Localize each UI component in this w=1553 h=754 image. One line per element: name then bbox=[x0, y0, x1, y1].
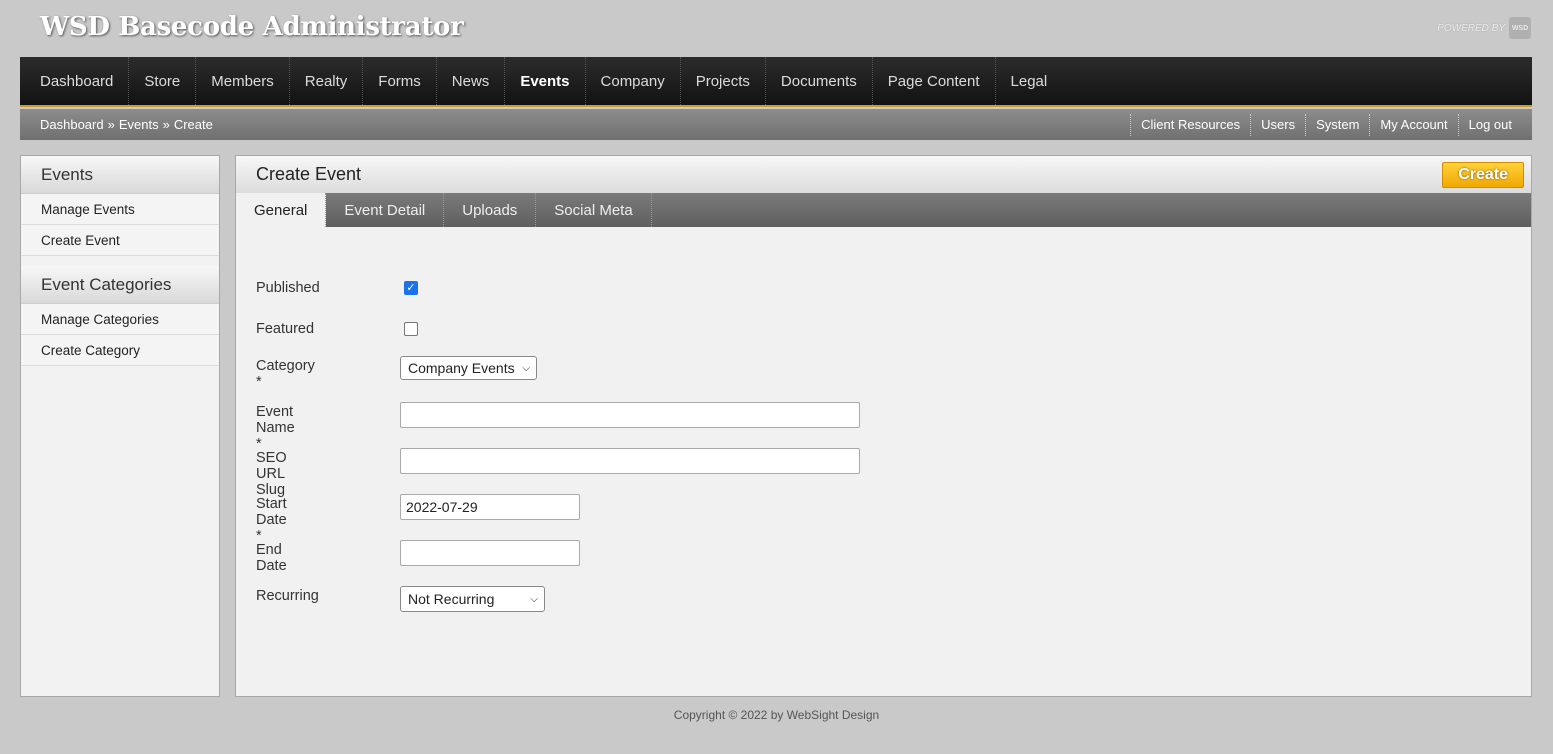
seo-slug-input[interactable] bbox=[400, 448, 860, 474]
sidebar-item-create-event[interactable]: Create Event bbox=[21, 225, 219, 256]
page-title: Create Event bbox=[256, 164, 362, 184]
sidebar-heading-event-categories: Event Categories bbox=[21, 266, 219, 304]
tab-general[interactable]: General bbox=[236, 193, 327, 227]
sidebar-item-manage-categories[interactable]: Manage Categories bbox=[21, 304, 219, 335]
end-date-label: End Date bbox=[256, 542, 287, 574]
nav-item-forms[interactable]: Forms bbox=[363, 57, 437, 105]
my-account-link[interactable]: My Account bbox=[1369, 113, 1457, 136]
category-label: Category * bbox=[256, 358, 315, 390]
panel-header: Create Event Create bbox=[236, 156, 1531, 193]
published-checkbox[interactable]: ✓ bbox=[404, 281, 418, 295]
recurring-select-value: Not Recurring bbox=[408, 591, 495, 607]
category-select[interactable]: Company Events ⌵ bbox=[400, 356, 537, 380]
tab-uploads[interactable]: Uploads bbox=[444, 193, 537, 227]
tab-social-meta[interactable]: Social Meta bbox=[536, 193, 652, 227]
start-date-input[interactable]: 2022-07-29 bbox=[400, 494, 580, 520]
main-panel: Create Event Create General Event Detail… bbox=[235, 155, 1532, 697]
sidebar-item-create-category[interactable]: Create Category bbox=[21, 335, 219, 366]
sidebar-item-manage-events[interactable]: Manage Events bbox=[21, 194, 219, 225]
sub-bar: Dashboard » Events » Create Client Resou… bbox=[20, 109, 1532, 140]
sidebar-heading-events: Events bbox=[21, 156, 219, 194]
sidebar-gap bbox=[21, 256, 219, 266]
recurring-label: Recurring bbox=[256, 588, 319, 604]
seo-slug-label: SEO URL Slug bbox=[256, 450, 287, 498]
system-link[interactable]: System bbox=[1305, 113, 1369, 136]
footer-copyright: Copyright © 2022 by WebSight Design bbox=[673, 708, 880, 722]
featured-label: Featured bbox=[256, 321, 315, 337]
breadcrumb-create: Create bbox=[173, 117, 213, 132]
powered-by: POWERED BY WSD bbox=[1437, 17, 1531, 39]
event-name-input[interactable] bbox=[400, 402, 860, 428]
start-date-label: Start Date * bbox=[256, 496, 287, 544]
sidebar: Events Manage Events Create Event Event … bbox=[20, 155, 220, 697]
featured-checkbox[interactable] bbox=[404, 322, 418, 336]
breadcrumb-events[interactable]: Events bbox=[119, 117, 159, 132]
end-date-input[interactable] bbox=[400, 540, 580, 566]
recurring-select[interactable]: Not Recurring ⌵ bbox=[400, 586, 545, 612]
nav-item-documents[interactable]: Documents bbox=[766, 57, 873, 105]
wsd-logo-icon: WSD bbox=[1509, 17, 1531, 39]
chevron-down-icon: ⌵ bbox=[530, 593, 538, 605]
users-link[interactable]: Users bbox=[1250, 113, 1305, 136]
breadcrumb-separator: » bbox=[107, 117, 115, 132]
nav-item-dashboard[interactable]: Dashboard bbox=[25, 57, 130, 105]
nav-item-news[interactable]: News bbox=[437, 57, 506, 105]
breadcrumb-dashboard[interactable]: Dashboard bbox=[40, 117, 104, 132]
create-button[interactable]: Create bbox=[1442, 161, 1524, 188]
tab-event-detail[interactable]: Event Detail bbox=[326, 193, 445, 227]
breadcrumb-separator: » bbox=[162, 117, 170, 132]
main-nav: Dashboard Store Members Realty Forms New… bbox=[20, 57, 1532, 107]
nav-item-page-content[interactable]: Page Content bbox=[873, 57, 996, 105]
logout-link[interactable]: Log out bbox=[1457, 113, 1512, 136]
tab-bar: General Event Detail Uploads Social Meta bbox=[236, 193, 1531, 227]
category-select-value: Company Events bbox=[408, 360, 515, 376]
site-title: WSD Basecode Administrator bbox=[40, 12, 464, 42]
nav-item-legal[interactable]: Legal bbox=[996, 57, 1063, 105]
powered-by-label: POWERED BY bbox=[1437, 22, 1505, 34]
client-resources-link[interactable]: Client Resources bbox=[1130, 113, 1250, 136]
nav-item-company[interactable]: Company bbox=[586, 57, 681, 105]
breadcrumb: Dashboard » Events » Create bbox=[40, 117, 213, 132]
event-name-label: Event Name * bbox=[256, 404, 295, 452]
nav-item-store[interactable]: Store bbox=[129, 57, 197, 105]
nav-item-realty[interactable]: Realty bbox=[290, 57, 364, 105]
utility-nav: Client Resources Users System My Account… bbox=[1130, 109, 1512, 140]
chevron-down-icon: ⌵ bbox=[522, 362, 530, 374]
published-label: Published bbox=[256, 280, 320, 296]
nav-item-events[interactable]: Events bbox=[505, 57, 586, 105]
nav-item-members[interactable]: Members bbox=[196, 57, 290, 105]
nav-item-projects[interactable]: Projects bbox=[681, 57, 766, 105]
